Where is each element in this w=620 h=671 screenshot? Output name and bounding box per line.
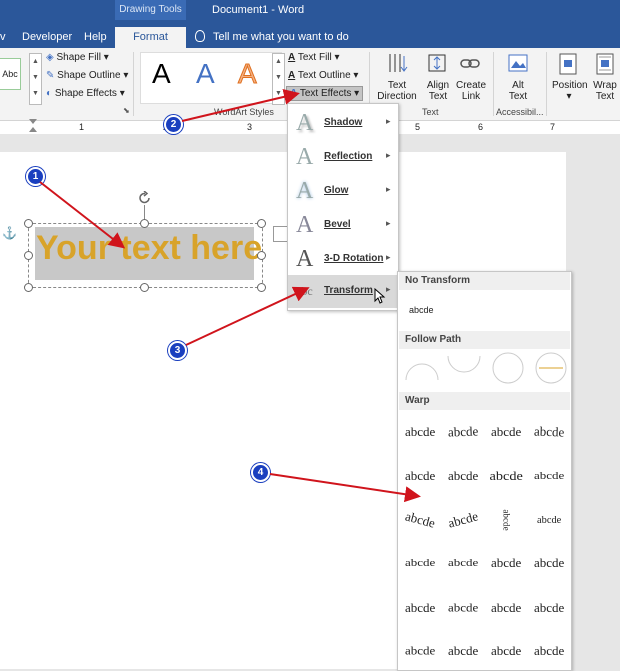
callout-arrow-4 (269, 473, 421, 503)
callout-arrow-3 (185, 286, 310, 346)
annotation-arrows (39, 88, 421, 503)
callout-arrow-1 (39, 181, 126, 249)
callout-arrow-2 (181, 88, 300, 122)
